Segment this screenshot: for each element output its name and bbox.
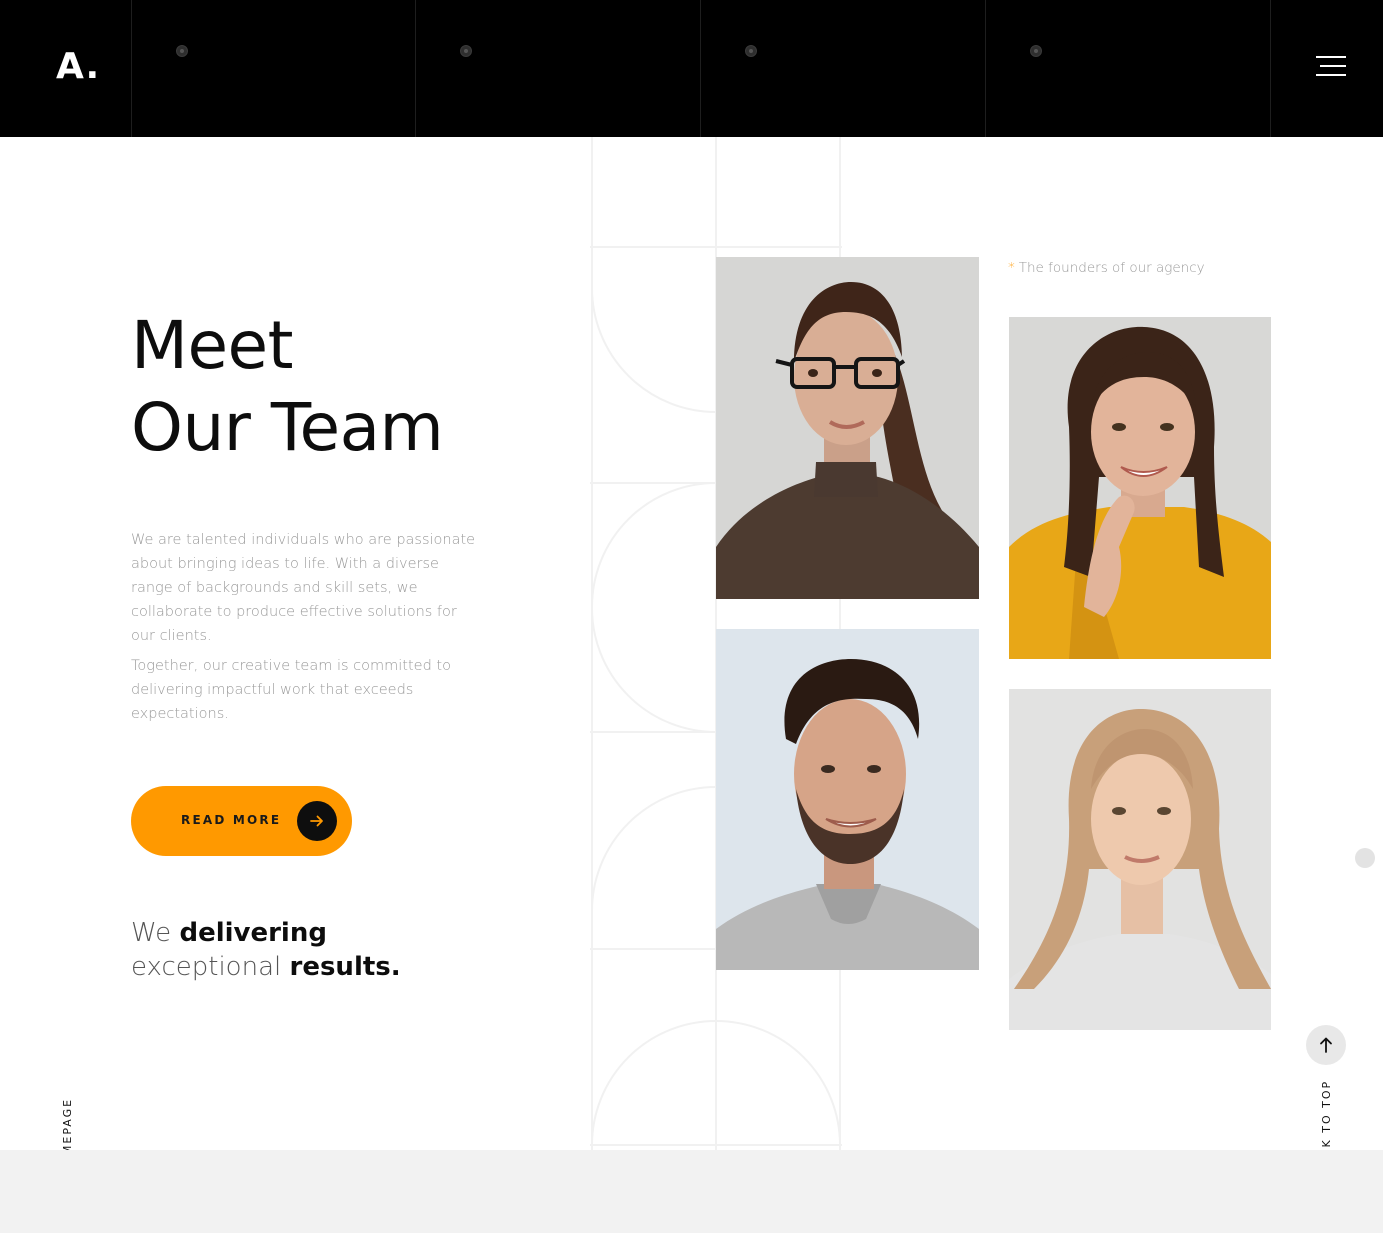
read-more-label: READ MORE bbox=[181, 813, 282, 827]
tagline-word: results. bbox=[289, 952, 401, 982]
footer-band bbox=[0, 1150, 1383, 1233]
intro-paragraph: We are talented individuals who are pass… bbox=[131, 532, 476, 644]
asterisk-mark: * bbox=[1008, 260, 1015, 276]
header-divider bbox=[985, 0, 986, 137]
top-navigation-bar: A. bbox=[0, 0, 1383, 137]
header-divider bbox=[131, 0, 132, 137]
header-dot-icon bbox=[176, 45, 188, 57]
tagline: We delivering exceptional results. bbox=[131, 916, 401, 984]
tagline-word: exceptional bbox=[131, 952, 282, 982]
founders-caption-text: The founders of our agency bbox=[1018, 260, 1205, 276]
header-dot-icon bbox=[1030, 45, 1042, 57]
header-divider bbox=[415, 0, 416, 137]
scroll-indicator-dot bbox=[1355, 848, 1375, 868]
header-divider bbox=[700, 0, 701, 137]
header-dot-icon bbox=[745, 45, 757, 57]
woman-yellow-shirt-photo bbox=[1009, 317, 1271, 659]
tagline-word: We bbox=[131, 918, 172, 948]
header-divider bbox=[1270, 0, 1271, 137]
site-logo[interactable]: A. bbox=[56, 46, 100, 87]
founders-caption: * The founders of our agency bbox=[1008, 260, 1205, 276]
bearded-man-photo bbox=[716, 629, 979, 970]
arrow-right-icon bbox=[297, 801, 337, 841]
woman-with-glasses-photo bbox=[716, 257, 979, 599]
second-paragraph: Together, our creative team is committed… bbox=[131, 658, 451, 722]
back-to-top-button[interactable] bbox=[1306, 1025, 1346, 1065]
title-line-1: Meet bbox=[131, 307, 294, 384]
tagline-word: delivering bbox=[179, 918, 327, 948]
hamburger-menu-icon[interactable] bbox=[1316, 54, 1346, 78]
read-more-button[interactable]: READ MORE bbox=[131, 786, 352, 856]
blonde-woman-photo bbox=[1009, 689, 1271, 1030]
header-dot-icon bbox=[460, 45, 472, 57]
arrow-up-icon bbox=[1320, 1037, 1332, 1053]
title-line-2: Our Team bbox=[131, 389, 444, 466]
page-title: Meet Our Team bbox=[131, 305, 444, 469]
